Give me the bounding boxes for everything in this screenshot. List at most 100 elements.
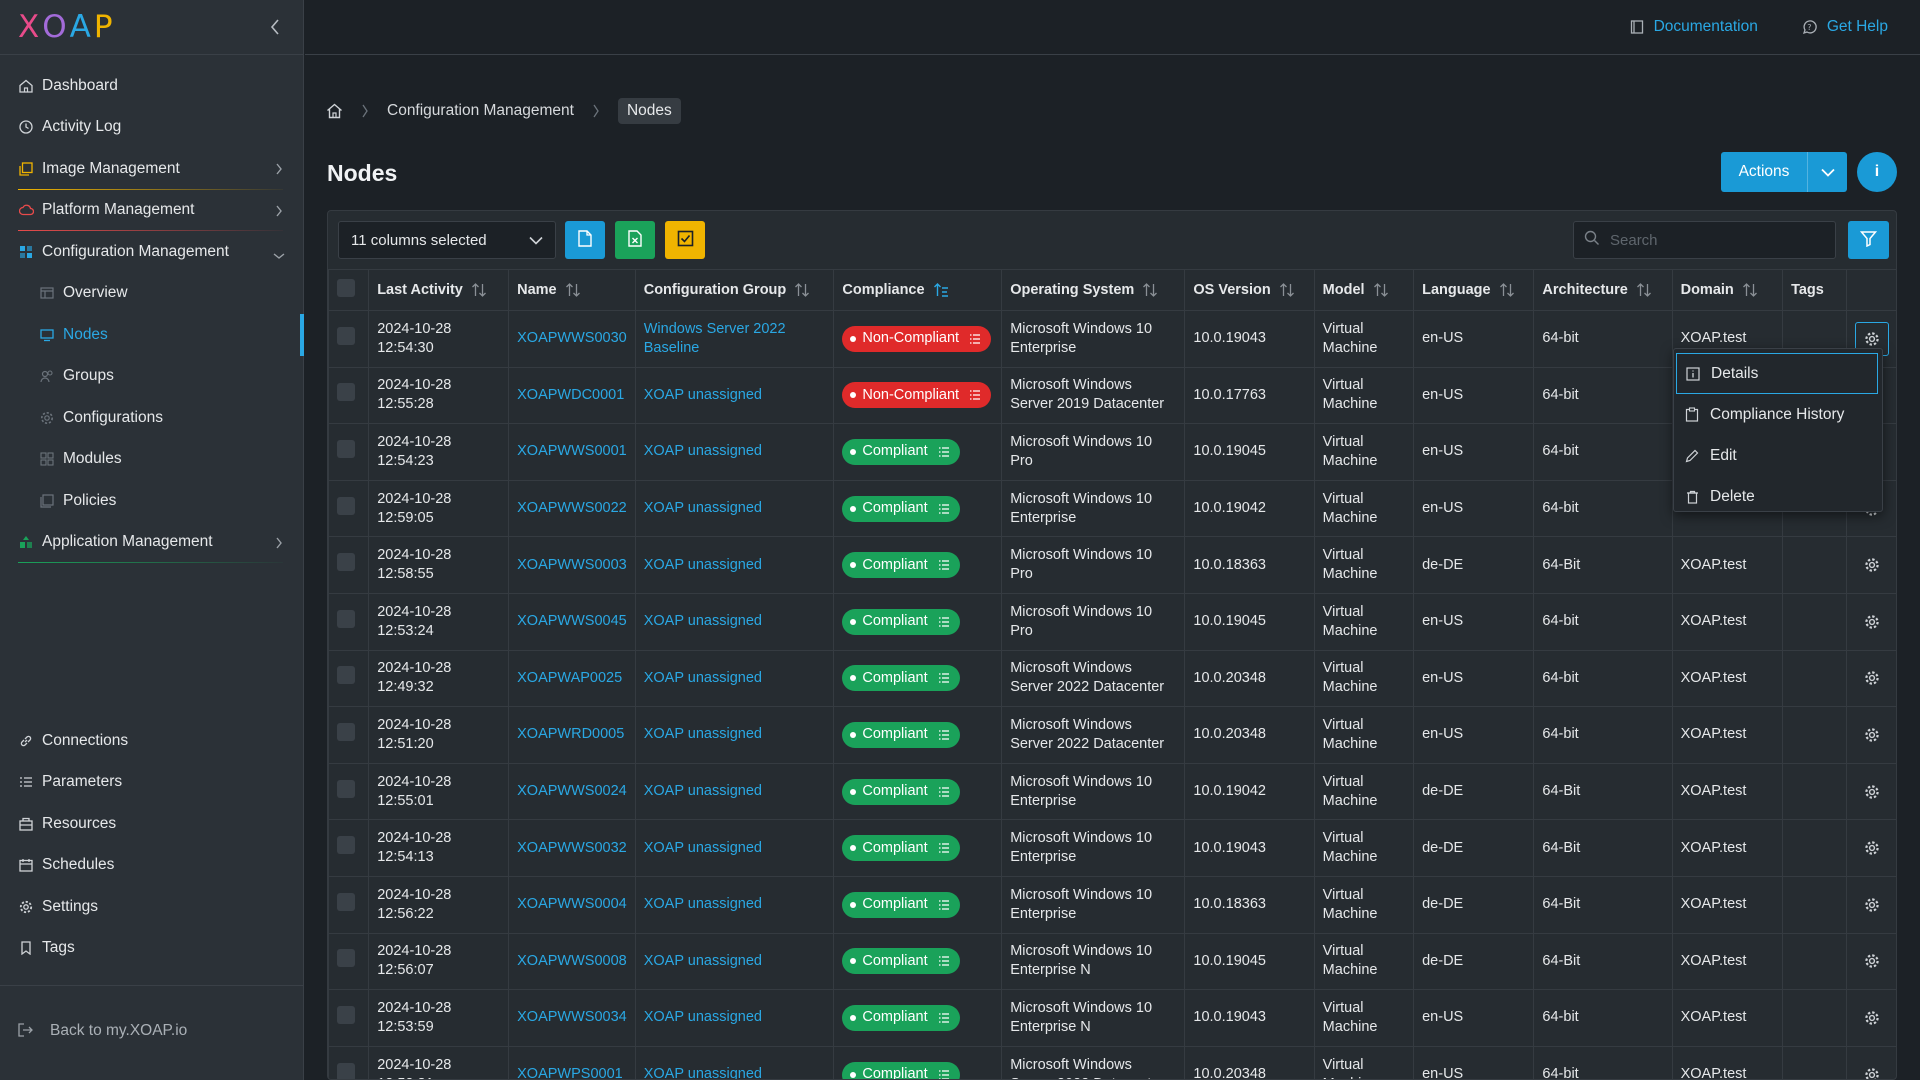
column-header-name[interactable]: Name xyxy=(508,269,636,311)
table-row[interactable]: 2024-10-28 12:52:31 XOAPWPS0001 XOAP unass… xyxy=(328,1045,1896,1079)
sidebar-item-configuration-management[interactable]: Configuration Management xyxy=(0,231,303,273)
compliance-badge[interactable]: Compliant xyxy=(842,835,960,862)
info-button[interactable]: i xyxy=(1857,152,1897,192)
sidebar-item-platform-management[interactable]: Platform Management xyxy=(0,190,303,231)
sidebar-item-tags[interactable]: Tags xyxy=(0,928,303,970)
sort-icon[interactable] xyxy=(1499,282,1515,298)
sort-icon[interactable] xyxy=(565,282,581,298)
row-settings-gear-icon[interactable] xyxy=(1855,1010,1889,1026)
sidebar-item-application-management[interactable]: Application Management xyxy=(0,522,303,563)
column-header-last-activity[interactable]: Last Activity xyxy=(368,269,510,311)
row-settings-gear-icon[interactable] xyxy=(1855,614,1889,630)
row-checkbox[interactable] xyxy=(337,779,355,798)
menu-item-edit[interactable]: Edit xyxy=(1674,435,1882,476)
chevron-down-icon[interactable] xyxy=(1807,152,1847,192)
sort-icon[interactable] xyxy=(1373,282,1389,298)
row-settings-gear-icon[interactable] xyxy=(1855,897,1889,913)
table-row[interactable]: 2024-10-28 12:58:55 XOAPWWS0003 XOAP unass… xyxy=(328,536,1896,594)
row-checkbox[interactable] xyxy=(337,1005,355,1024)
table-row[interactable]: 2024-10-28 12:55:01 XOAPWWS0024 XOAP unass… xyxy=(328,762,1896,821)
table-row[interactable]: 2024-10-28 12:56:22 XOAPWWS0004 XOAP unass… xyxy=(328,875,1896,934)
sidebar-item-activity-log[interactable]: Activity Log xyxy=(0,107,303,149)
select-all-checkbox[interactable] xyxy=(337,279,355,297)
configuration-group-link[interactable]: Windows Server 2022 Baseline xyxy=(644,321,786,356)
node-name-link[interactable]: XOAPWWS0034 xyxy=(517,1009,627,1025)
sort-icon[interactable] xyxy=(794,282,810,298)
row-settings-gear-icon[interactable] xyxy=(1855,840,1889,856)
row-checkbox[interactable] xyxy=(337,383,355,402)
table-row[interactable]: 2024-10-28 12:55:28 XOAPWDC0001 XOAP unass… xyxy=(328,366,1896,425)
column-header-operating-system[interactable]: Operating System xyxy=(1001,269,1186,311)
node-name-link[interactable]: XOAPWRD0005 xyxy=(517,726,624,742)
row-checkbox[interactable] xyxy=(337,949,355,968)
node-name-link[interactable]: XOAPWDC0001 xyxy=(517,387,624,403)
search-input[interactable] xyxy=(1610,231,1810,249)
sidebar-item-configurations[interactable]: Configurations xyxy=(0,397,303,439)
configuration-group-link[interactable]: XOAP unassigned xyxy=(644,896,762,912)
select-check-button[interactable] xyxy=(665,221,705,259)
row-checkbox[interactable] xyxy=(337,666,355,685)
sort-ascending-icon[interactable] xyxy=(933,282,949,298)
configuration-group-link[interactable]: XOAP unassigned xyxy=(644,1009,762,1025)
row-checkbox[interactable] xyxy=(337,892,355,911)
table-row[interactable]: 2024-10-28 12:59:05 XOAPWWS0022 XOAP unass… xyxy=(328,479,1896,538)
compliance-badge[interactable]: Compliant xyxy=(842,495,960,522)
column-header-compliance[interactable]: Compliance xyxy=(833,269,1003,311)
compliance-badge[interactable]: Compliant xyxy=(842,608,960,635)
xoap-logo[interactable]: XOAP xyxy=(18,11,116,43)
node-name-link[interactable]: XOAPWWS0001 xyxy=(517,443,627,459)
sidebar-item-overview[interactable]: Overview xyxy=(0,273,303,315)
row-checkbox[interactable] xyxy=(337,553,355,572)
configuration-group-link[interactable]: XOAP unassigned xyxy=(644,387,762,403)
row-checkbox[interactable] xyxy=(337,722,355,741)
node-name-link[interactable]: XOAPWWS0032 xyxy=(517,840,627,856)
node-name-link[interactable]: XOAPWWS0004 xyxy=(517,896,627,912)
breadcrumb-configuration-management[interactable]: Configuration Management xyxy=(387,102,574,120)
back-to-xoap-link[interactable]: Back to my.XOAP.io xyxy=(18,1022,187,1040)
compliance-badge[interactable]: Non-Compliant xyxy=(842,382,992,409)
row-settings-gear-icon[interactable] xyxy=(1855,727,1889,743)
sidebar-item-parameters[interactable]: Parameters xyxy=(0,762,303,804)
sort-icon[interactable] xyxy=(471,282,487,298)
documentation-link[interactable]: Documentation xyxy=(1630,18,1758,36)
row-settings-gear-icon[interactable] xyxy=(1855,670,1889,686)
menu-item-delete[interactable]: Delete xyxy=(1674,476,1882,517)
compliance-badge[interactable]: Non-Compliant xyxy=(842,325,992,352)
node-name-link[interactable]: XOAPWWS0024 xyxy=(517,783,627,799)
node-name-link[interactable]: XOAPWWS0008 xyxy=(517,953,627,969)
compliance-badge[interactable]: Compliant xyxy=(842,778,960,805)
configuration-group-link[interactable]: XOAP unassigned xyxy=(644,1066,762,1079)
compliance-badge[interactable]: Compliant xyxy=(842,721,960,748)
sidebar-item-policies[interactable]: Policies xyxy=(0,480,303,522)
configuration-group-link[interactable]: XOAP unassigned xyxy=(644,613,762,629)
collapse-sidebar-chevron-icon[interactable] xyxy=(265,17,285,37)
sort-icon[interactable] xyxy=(1142,282,1158,298)
node-name-link[interactable]: XOAPWWS0030 xyxy=(517,330,627,346)
breadcrumb-home-icon[interactable] xyxy=(326,103,343,119)
table-row[interactable]: 2024-10-28 12:54:13 XOAPWWS0032 XOAP unass… xyxy=(328,819,1896,877)
table-row[interactable]: 2024-10-28 12:51:20 XOAPWRD0005 XOAP unass… xyxy=(328,706,1896,764)
compliance-badge[interactable]: Compliant xyxy=(842,552,960,579)
table-row[interactable]: 2024-10-28 12:54:30 XOAPWWS0030 Windows Se… xyxy=(328,310,1896,368)
row-checkbox[interactable] xyxy=(337,439,355,458)
configuration-group-link[interactable]: XOAP unassigned xyxy=(644,557,762,573)
node-name-link[interactable]: XOAPWWS0045 xyxy=(517,613,627,629)
compliance-badge[interactable]: Compliant xyxy=(842,1061,960,1079)
export-excel-button[interactable] xyxy=(615,221,655,259)
row-checkbox[interactable] xyxy=(337,836,355,855)
node-name-link[interactable]: XOAPWWS0003 xyxy=(517,557,627,573)
sidebar-item-image-management[interactable]: Image Management xyxy=(0,148,303,190)
row-checkbox[interactable] xyxy=(337,326,355,345)
row-checkbox[interactable] xyxy=(337,609,355,628)
sidebar-item-modules[interactable]: Modules xyxy=(0,439,303,481)
configuration-group-link[interactable]: XOAP unassigned xyxy=(644,953,762,969)
column-header-configuration-group[interactable]: Configuration Group xyxy=(634,269,835,311)
sidebar-item-connections[interactable]: Connections xyxy=(0,720,303,762)
compliance-badge[interactable]: Compliant xyxy=(842,948,960,975)
node-name-link[interactable]: XOAPWWS0022 xyxy=(517,500,627,516)
configuration-group-link[interactable]: XOAP unassigned xyxy=(644,443,762,459)
configuration-group-link[interactable]: XOAP unassigned xyxy=(644,500,762,516)
row-settings-gear-icon[interactable] xyxy=(1855,953,1889,969)
actions-button[interactable]: Actions xyxy=(1721,152,1847,192)
compliance-badge[interactable]: Compliant xyxy=(842,891,960,918)
